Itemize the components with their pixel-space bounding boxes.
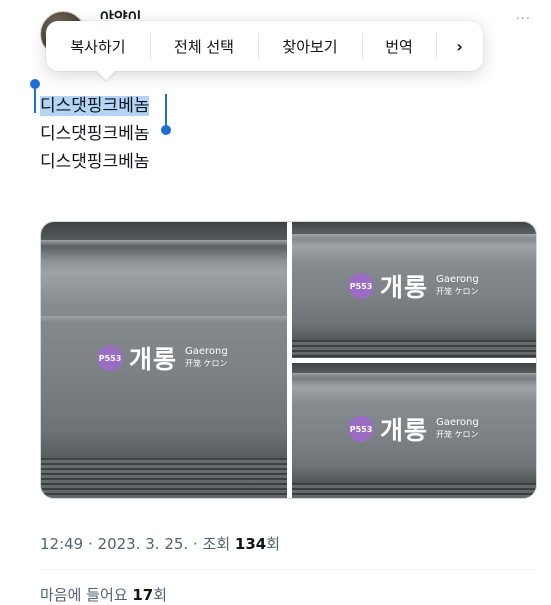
likes-count: 17 <box>132 586 154 604</box>
select-all-menu-item[interactable]: 전체 선택 <box>150 21 258 71</box>
line-badge: P553 <box>97 345 123 371</box>
station-sign: P553 개롱 Gaerong 开笼 ケロン <box>97 340 228 376</box>
views-count: 134 <box>234 535 267 553</box>
tweet-media-grid: P553 개롱 Gaerong 开笼 ケロン P553 개롱 Gaerong 开… <box>40 221 537 499</box>
more-menu-arrow-icon[interactable]: › <box>436 21 483 71</box>
station-name-sub: Gaerong 开笼 ケロン <box>436 417 479 441</box>
media-photo-1[interactable]: P553 개롱 Gaerong 开笼 ケロン <box>41 222 287 498</box>
divider <box>40 569 537 570</box>
selection-start-knob[interactable] <box>30 79 40 89</box>
photo-highlight <box>292 373 536 379</box>
station-name-english: Gaerong <box>436 274 479 285</box>
station-name-chinese: 开笼 <box>436 287 453 296</box>
look-up-menu-item[interactable]: 찾아보기 <box>258 21 362 71</box>
ceiling-vent <box>292 340 536 358</box>
tweet-date[interactable]: 2023. 3. 25. <box>98 535 189 553</box>
menu-pointer <box>96 70 116 80</box>
selection-start-handle[interactable] <box>30 79 40 113</box>
tweet-timestamp-views: 12:49 · 2023. 3. 25. · 조회 134회 <box>40 533 280 554</box>
station-sign: P553 개롱 Gaerong 开笼 ケロン <box>348 268 479 304</box>
station-name-japanese: ケロン <box>203 359 228 368</box>
station-name-japanese: ケロン <box>454 430 479 439</box>
tweet-text[interactable]: 디스댓핑크베놈 디스댓핑크베놈 디스댓핑크베놈 <box>40 92 150 176</box>
station-name-chinese: 开笼 <box>436 430 453 439</box>
station-name-foreign: 开笼 ケロン <box>436 429 479 441</box>
photo-highlight <box>41 316 287 322</box>
translate-menu-item[interactable]: 번역 <box>362 21 436 71</box>
tweet-line[interactable]: 디스댓핑크베놈 <box>40 148 149 176</box>
selected-text[interactable]: 디스댓핑크베놈 <box>40 96 150 116</box>
username[interactable]: 야약이 <box>100 9 141 19</box>
station-name-foreign: 开笼 ケロン <box>436 286 479 298</box>
station-name-sub: Gaerong 开笼 ケロン <box>185 346 228 370</box>
ceiling-vent <box>41 458 287 498</box>
station-name-english: Gaerong <box>185 346 228 357</box>
station-sign: P553 개롱 Gaerong 开笼 ケロン <box>348 411 479 447</box>
line-badge: P553 <box>348 273 374 299</box>
text-selection-menu: 복사하기 전체 선택 찾아보기 번역 › <box>46 21 483 80</box>
selection-end-bar <box>165 94 167 128</box>
meta-separator: · <box>83 535 98 553</box>
photo-highlight <box>41 240 287 246</box>
ceiling-vent <box>292 483 536 498</box>
station-name-chinese: 开笼 <box>185 359 202 368</box>
likes-label: 마음에 들어요 <box>40 586 133 604</box>
tweet-line[interactable]: 디스댓핑크베놈 <box>40 120 149 148</box>
copy-menu-item[interactable]: 복사하기 <box>46 21 150 71</box>
likes-suffix: 회 <box>153 586 168 604</box>
media-photo-2[interactable]: P553 개롱 Gaerong 开笼 ケロン <box>292 222 536 358</box>
station-name-korean: 개롱 <box>129 345 178 374</box>
selection-end-handle[interactable] <box>161 94 171 138</box>
station-name-korean: 개롱 <box>380 273 429 302</box>
views-suffix: 회 <box>266 535 281 553</box>
station-name-korean: 개롱 <box>380 416 429 445</box>
station-name-sub: Gaerong 开笼 ケロン <box>436 274 479 298</box>
station-name-japanese: ケロン <box>454 287 479 296</box>
selection-start-bar <box>34 85 36 113</box>
photo-highlight <box>292 234 536 240</box>
station-name-foreign: 开笼 ケロン <box>185 358 228 370</box>
meta-separator: · <box>188 535 203 553</box>
media-photo-3[interactable]: P553 개롱 Gaerong 开笼 ケロン <box>292 363 536 498</box>
views-label: 조회 <box>202 535 235 553</box>
more-options-icon[interactable]: ··· <box>516 12 531 27</box>
station-name-english: Gaerong <box>436 417 479 428</box>
tweet-time[interactable]: 12:49 <box>40 535 83 553</box>
line-badge: P553 <box>348 416 374 442</box>
tweet-line-selected[interactable]: 디스댓핑크베놈 <box>40 92 150 120</box>
selection-end-knob[interactable] <box>161 125 171 135</box>
